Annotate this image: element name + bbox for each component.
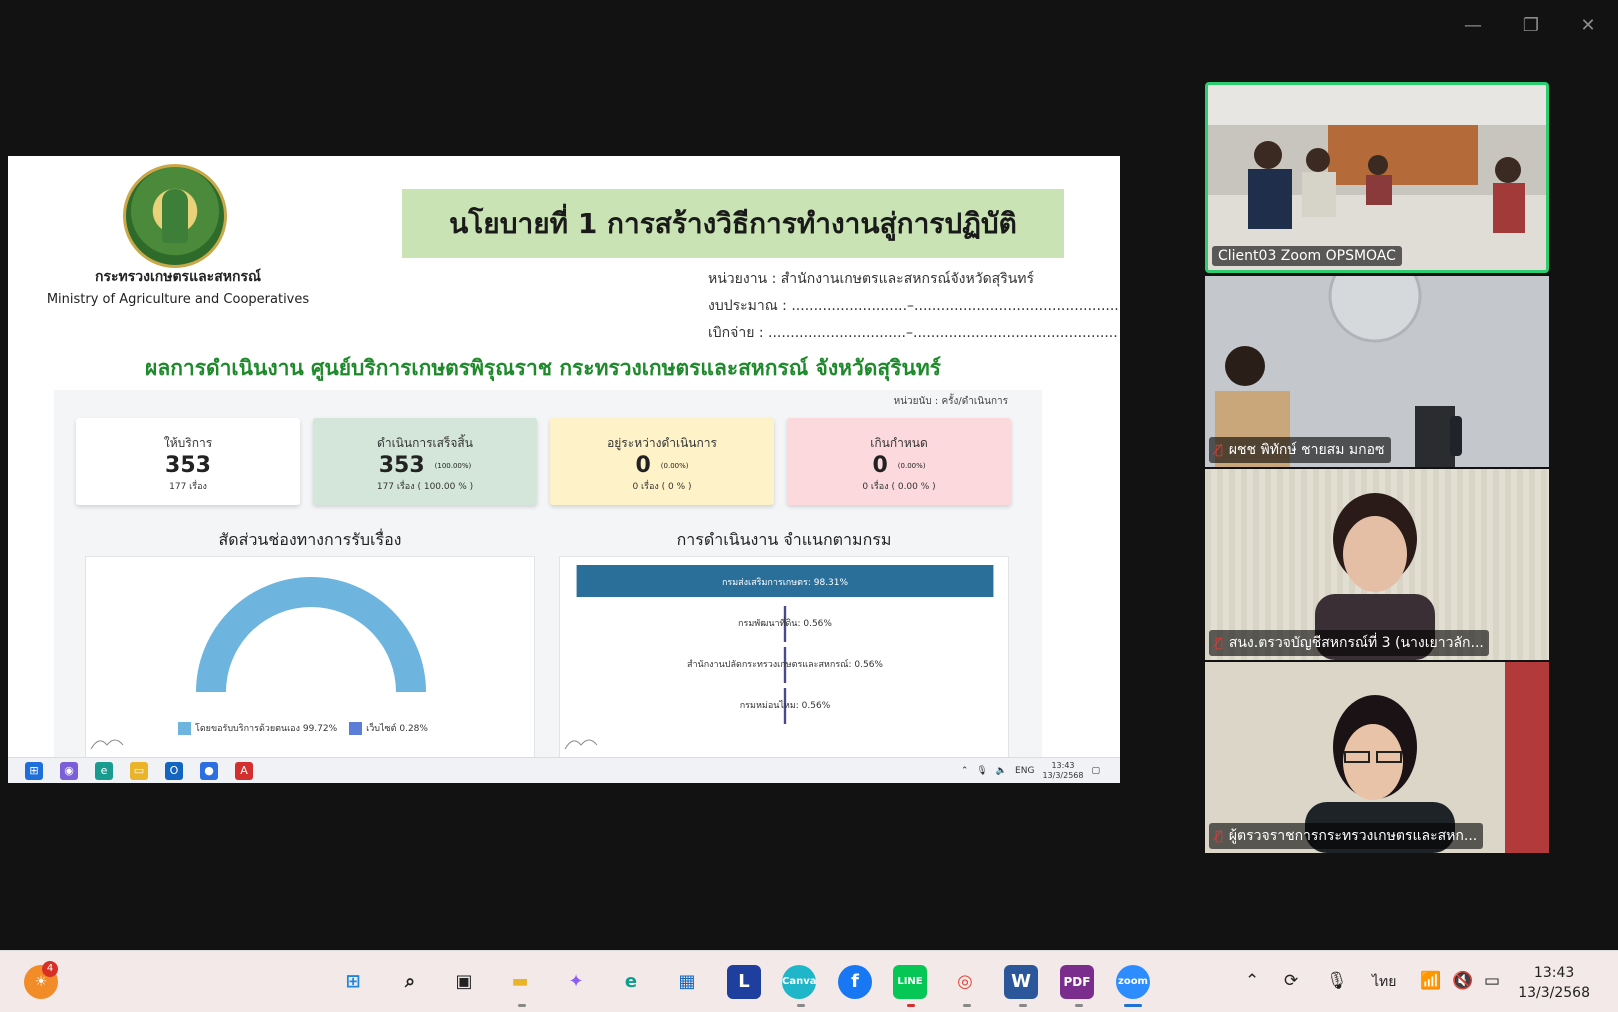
inner-outlook-icon[interactable]: O	[165, 761, 183, 780]
inner-clock: 13:43 13/3/2568	[1042, 761, 1084, 780]
inner-copilot-icon[interactable]: ◉	[60, 761, 78, 780]
participant-tile-1[interactable]: Client03 Zoom OPSMOAC	[1205, 82, 1549, 273]
inner-notification-icon: ▢	[1091, 766, 1100, 776]
inner-start-icon[interactable]: ⊞	[25, 761, 43, 780]
participant-tile-2[interactable]: 🎙̸ ผชช พิทักษ์ ชายสม มกอซ	[1205, 276, 1549, 467]
ministry-logo	[123, 164, 227, 268]
close-icon[interactable]: ✕	[1568, 12, 1608, 40]
l-app-icon[interactable]: L	[727, 965, 761, 999]
task-view-icon[interactable]: ▣	[447, 965, 481, 999]
inner-mic-icon: 🎙	[976, 766, 988, 776]
inner-acrobat-icon[interactable]: A	[235, 761, 253, 780]
card-in-progress: อยู่ระหว่างดำเนินการ 0 (0.00%) 0 เรื่อง (…	[550, 418, 774, 505]
participant-name: 🎙̸ ผู้ตรวจราชการกระทรวงเกษตรและสหก...	[1209, 823, 1484, 849]
pdf-icon[interactable]: PDF	[1060, 965, 1094, 999]
agency-line: หน่วยงาน : สำนักงานเกษตรและสหกรณ์จังหวัด…	[708, 271, 1035, 287]
legend-swatch-walk-in	[178, 721, 191, 735]
store-icon[interactable]: ▦	[670, 965, 704, 999]
start-icon[interactable]: ⊞	[336, 965, 370, 999]
word-icon[interactable]: W	[1004, 965, 1038, 999]
participant-tile-3[interactable]: 🎙̸ สนง.ตรวจบัญชีสหกรณ์ที่ 3 (นางเยาวลัก..…	[1205, 469, 1549, 660]
restore-icon[interactable]: ❐	[1511, 12, 1551, 40]
edge-icon[interactable]: e	[614, 965, 648, 999]
inner-taskbar: ⊞ ◉ e ▭ O ● A ⌃ 🎙 🔈 ENG 13:43 13/3/2568 ▢	[8, 757, 1120, 783]
inner-chevron-up-icon: ⌃	[960, 766, 969, 776]
windows-taskbar: ☀ 4 ⊞ ⌕ ▣ ▬ ✦ e ▦ L Canva f LINE ◎ W PDF…	[0, 950, 1618, 1012]
search-icon[interactable]: ⌕	[393, 965, 427, 999]
donut-panel: โดยขอรับบริการด้วยตนเอง 99.72% เว็บไซต์ …	[85, 556, 535, 783]
chart-watermark-icon	[564, 739, 598, 750]
card-service: ให้บริการ 353 177 เรื่อง	[76, 418, 300, 505]
department-funnel-chart: กรมส่งเสริมการเกษตร: 98.31%กรมพัฒนาที่ดิ…	[564, 565, 994, 750]
unit-label: หน่วยนับ : ครั้ง/ดำเนินการ	[893, 396, 1008, 407]
chart-watermark-icon	[90, 739, 124, 750]
disbursement-line: เบิกจ่าย : .............................…	[708, 325, 1118, 341]
system-clock[interactable]: 13:43 13/3/2568	[1518, 963, 1590, 1003]
battery-icon[interactable]: ▭	[1484, 971, 1500, 991]
funnel-label: สำนักงานปลัดกระทรวงเกษตรและสหกรณ์: 0.56%	[687, 658, 883, 670]
ministry-name-en: Ministry of Agriculture and Cooperatives	[46, 292, 310, 307]
participant-name: Client03 Zoom OPSMOAC	[1212, 246, 1402, 266]
channel-chart	[90, 577, 426, 750]
ministry-name-th: กระทรวงเกษตรและสหกรณ์	[95, 269, 261, 285]
legend-label-walk-in: โดยขอรับบริการด้วยตนเอง 99.72%	[195, 724, 338, 734]
shared-screen: กระทรวงเกษตรและสหกรณ์ Ministry of Agricu…	[8, 156, 1120, 783]
language-indicator[interactable]: ไทย	[1372, 971, 1396, 993]
inner-system-tray: ⌃ 🎙 🔈 ENG 13:43 13/3/2568 ▢	[961, 761, 1100, 781]
card-overdue: เกินกำหนด 0 (0.00%) 0 เรื่อง ( 0.00 % )	[787, 418, 1011, 505]
inner-zoom-icon[interactable]: ●	[200, 761, 218, 780]
legend-label-website: เว็บไซต์ 0.28%	[366, 724, 428, 734]
mic-muted-icon: 🎙̸	[1215, 635, 1223, 651]
mic-muted-icon: 🎙̸	[1215, 442, 1223, 458]
funnel-panel: กรมส่งเสริมการเกษตร: 98.31% กรมพัฒนาที่ดิ…	[559, 556, 1009, 783]
canva-icon[interactable]: Canva	[782, 965, 816, 999]
facebook-icon[interactable]: f	[838, 965, 872, 999]
wifi-icon[interactable]: 📶	[1420, 971, 1441, 991]
participant-tile-4[interactable]: 🎙̸ ผู้ตรวจราชการกระทรวงเกษตรและสหก...	[1205, 662, 1549, 853]
budget-line: งบประมาณ : ..........................–..…	[708, 298, 1119, 314]
notification-badge: 4	[42, 961, 58, 977]
mic-icon[interactable]: 🎙	[1326, 971, 1348, 991]
funnel-label: กรมส่งเสริมการเกษตร: 98.31%	[722, 577, 849, 588]
mic-muted-icon: 🎙̸	[1215, 828, 1223, 844]
inner-explorer-icon[interactable]: ▭	[130, 761, 148, 780]
copilot-icon[interactable]: ✦	[559, 965, 593, 999]
zoom-icon[interactable]: zoom	[1116, 965, 1150, 999]
minimize-icon[interactable]: —	[1453, 12, 1493, 40]
inner-volume-icon: 🔈	[995, 766, 1008, 776]
card-completed: ดำเนินการเสร็จสิ้น 353 (100.00%) 177 เรื่…	[313, 418, 537, 505]
inner-lang: ENG	[1015, 766, 1035, 776]
inner-edge-icon[interactable]: e	[95, 761, 113, 780]
file-explorer-icon[interactable]: ▬	[503, 965, 537, 999]
participant-name: 🎙̸ ผชช พิทักษ์ ชายสม มกอซ	[1209, 437, 1391, 463]
left-chart-title: สัดส่วนช่องทางการรับเรื่อง	[218, 530, 402, 549]
slide-subtitle: ผลการดำเนินงาน ศูนย์บริการเกษตรพิรุณราช …	[145, 356, 941, 380]
dashboard: หน่วยนับ : ครั้ง/ดำเนินการ ให้บริการ 353…	[54, 390, 1042, 783]
legend-swatch-website	[349, 721, 363, 735]
arc-walk-in	[196, 577, 426, 693]
right-chart-title: การดำเนินงาน จำแนกตามกรม	[676, 530, 892, 549]
volume-muted-icon[interactable]: 🔇	[1452, 971, 1473, 991]
slide-title: นโยบายที่ 1 การสร้างวิธีการทำงานสู่การปฏ…	[402, 189, 1064, 258]
participant-name: 🎙̸ สนง.ตรวจบัญชีสหกรณ์ที่ 3 (นางเยาวลัก..…	[1209, 630, 1489, 656]
chrome-icon[interactable]: ◎	[948, 965, 982, 999]
line-icon[interactable]: LINE	[893, 965, 927, 999]
funnel-label: กรมหม่อนไหม: 0.56%	[740, 700, 831, 711]
chevron-up-icon[interactable]: ⌃	[1245, 971, 1259, 991]
sync-icon[interactable]: ⟳	[1284, 971, 1298, 991]
chart-legend: โดยขอรับบริการด้วยตนเอง 99.72% เว็บไซต์ …	[178, 721, 428, 735]
video-meeting-room	[1208, 85, 1546, 270]
